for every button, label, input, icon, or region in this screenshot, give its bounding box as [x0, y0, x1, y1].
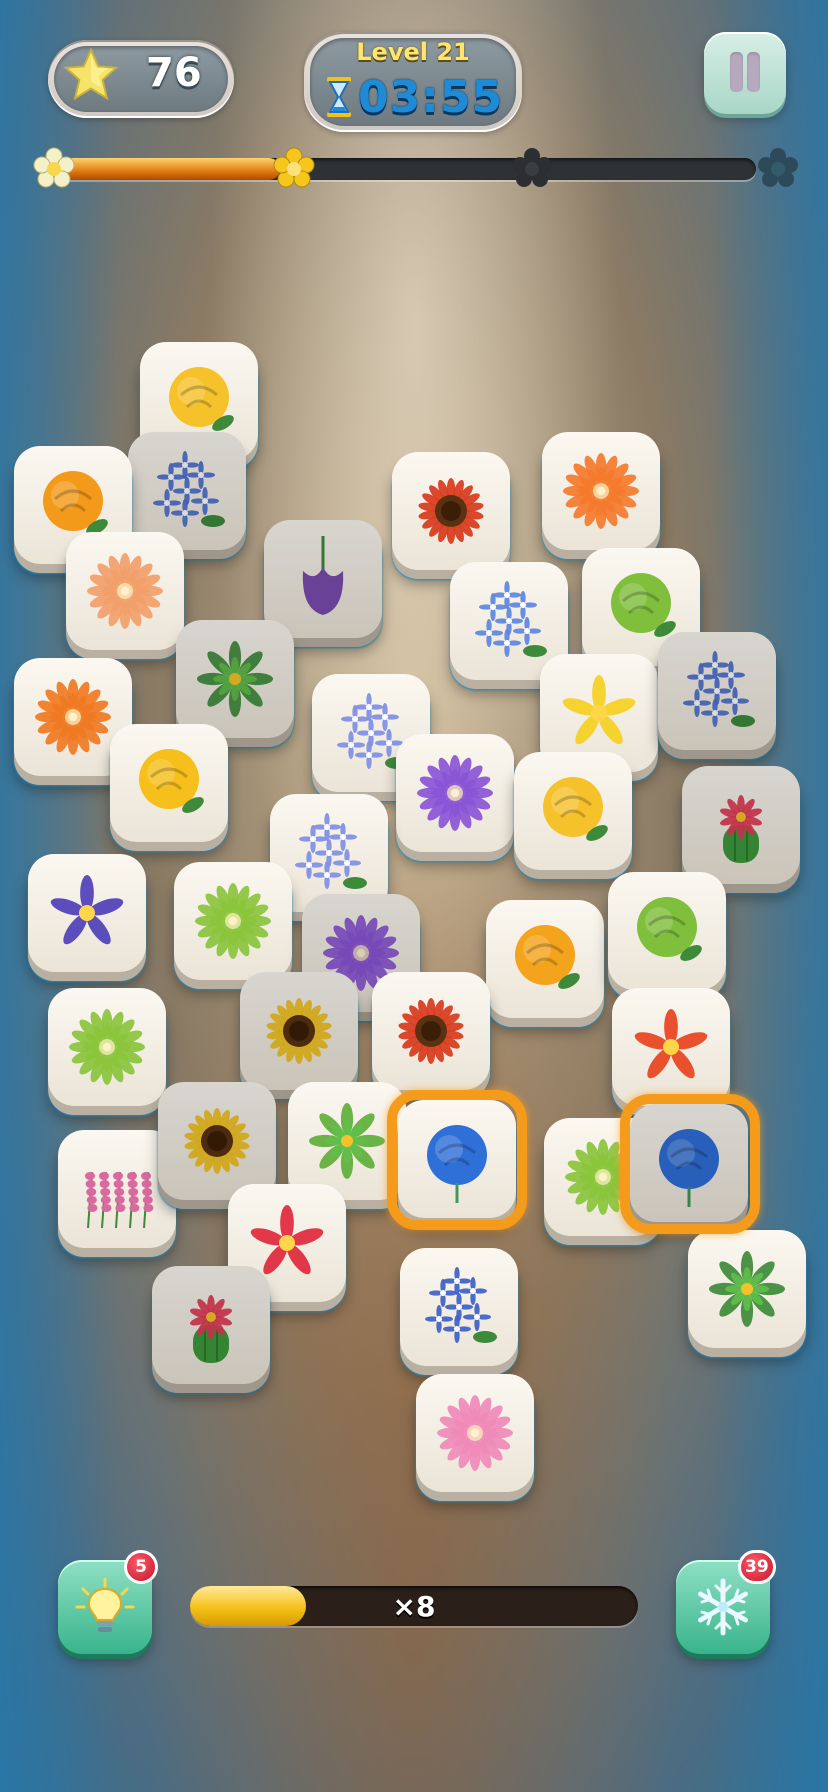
- tile-purple-aster[interactable]: [396, 734, 514, 852]
- red-sunflower-icon: [398, 998, 464, 1064]
- tile-purple-tulip[interactable]: [264, 520, 382, 638]
- pink-lavender-icon: [85, 1171, 154, 1229]
- pink-dahlia-icon: [437, 1395, 513, 1471]
- tile-green-succulent[interactable]: [176, 620, 294, 738]
- blue-water-lily-icon: [683, 651, 755, 727]
- yellow-rose-icon: [543, 777, 608, 841]
- cactus-flower-icon: [720, 795, 762, 863]
- pause-button[interactable]: [704, 32, 786, 114]
- hint-button[interactable]: 5: [58, 1550, 158, 1654]
- sunflower-icon: [266, 998, 332, 1064]
- tile-green-chrysanthemum[interactable]: [48, 988, 166, 1106]
- tile-blue-water-lily[interactable]: [658, 632, 776, 750]
- orange-peony-icon: [515, 925, 580, 989]
- orange-chrysanthemum-icon: [35, 679, 111, 755]
- hint-count-badge: 5: [124, 1550, 158, 1584]
- tile-sunflower[interactable]: [158, 1082, 276, 1200]
- green-chrysanthemum-icon: [69, 1009, 145, 1085]
- freeze-button[interactable]: 39: [676, 1550, 776, 1654]
- tile-orange-peony[interactable]: [486, 900, 604, 1018]
- timer-row: 03:55: [326, 71, 504, 123]
- tile-cactus-flower[interactable]: [152, 1266, 270, 1384]
- tile-red-sunflower[interactable]: [392, 452, 510, 570]
- selected-tile-highlight: [387, 1090, 527, 1230]
- tile-yellow-rose[interactable]: [514, 752, 632, 870]
- tile-green-chrysanthemum[interactable]: [174, 862, 292, 980]
- level-timer-panel: Level 21 03:55: [304, 32, 522, 132]
- green-succulent-icon: [309, 1103, 385, 1179]
- snowflake-icon: [698, 1578, 748, 1636]
- tile-pink-dahlia[interactable]: [416, 1374, 534, 1492]
- green-succulent-icon: [197, 641, 273, 717]
- hourglass-icon: [327, 77, 351, 117]
- milestone-flower-icon: [758, 148, 798, 187]
- sunflower-icon: [184, 1108, 250, 1174]
- tile-green-succulent[interactable]: [688, 1230, 806, 1348]
- peach-dahlia-icon: [87, 553, 163, 629]
- selected-tile-highlight: [620, 1094, 760, 1234]
- red-sunflower-icon: [418, 478, 484, 544]
- milestone-flower-icon: [273, 147, 315, 188]
- tile-blue-hydrangea[interactable]: [400, 1248, 518, 1366]
- star-icon: [63, 47, 119, 101]
- lightbulb-icon: [75, 1577, 135, 1632]
- milestone-flower-icon: [512, 148, 552, 187]
- yellow-frangipani-icon: [562, 675, 636, 745]
- level-progress-fill: [56, 158, 280, 180]
- tile-cactus-flower[interactable]: [682, 766, 800, 884]
- milestone-flower-icon: [33, 147, 75, 188]
- tile-peach-dahlia[interactable]: [66, 532, 184, 650]
- tile-sunflower[interactable]: [240, 972, 358, 1090]
- level-label: Level 21: [356, 38, 470, 66]
- combo-multiplier: ×8: [392, 1590, 436, 1623]
- orange-dahlia-icon: [563, 453, 639, 529]
- tile-orange-dahlia[interactable]: [542, 432, 660, 550]
- freeze-count-badge: 39: [738, 1550, 776, 1584]
- purple-aster-icon: [417, 755, 493, 831]
- blue-water-lily-icon: [153, 451, 225, 527]
- tile-green-rose[interactable]: [608, 872, 726, 990]
- tile-purple-violet[interactable]: [28, 854, 146, 972]
- tile-yellow-carnation[interactable]: [110, 724, 228, 842]
- green-succulent-icon: [709, 1251, 785, 1327]
- level-progress-bar: [56, 158, 756, 180]
- purple-tulip-icon: [302, 536, 344, 615]
- star-count: 76: [146, 50, 202, 96]
- timer: 03:55: [358, 71, 504, 123]
- combo-meter: ×8: [190, 1586, 638, 1626]
- cactus-flower-icon: [190, 1295, 232, 1363]
- tile-red-lily[interactable]: [612, 988, 730, 1106]
- purple-violet-icon: [50, 875, 124, 945]
- blue-hydrangea-icon: [475, 581, 547, 657]
- yellow-carnation-icon: [139, 749, 204, 813]
- blue-plumbago-icon: [295, 813, 367, 889]
- green-chrysanthemum-icon: [195, 883, 271, 959]
- blue-hydrangea-icon: [425, 1267, 497, 1343]
- green-rose-icon: [637, 897, 702, 961]
- tile-red-sunflower[interactable]: [372, 972, 490, 1090]
- red-lily-icon: [634, 1009, 708, 1079]
- star-counter: 76: [48, 40, 234, 118]
